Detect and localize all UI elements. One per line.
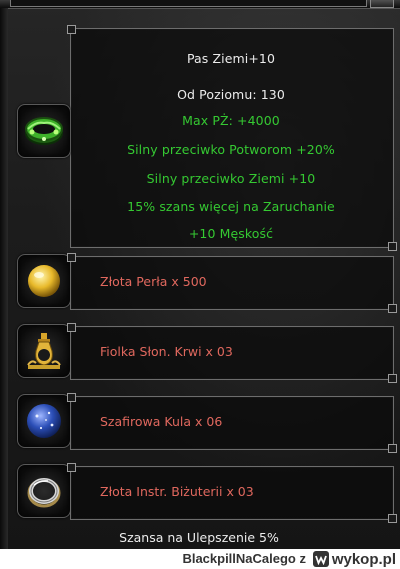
material-slot-sapphire-orb[interactable] — [17, 394, 71, 448]
left-frame-rail — [0, 8, 8, 549]
material-label: Złota Perła x 500 — [100, 274, 207, 289]
top-frame-knob — [370, 0, 394, 8]
golden-pearl-icon — [28, 265, 60, 297]
footer-author: BlackpillNaCalego — [182, 551, 296, 566]
blood-vial-icon — [27, 333, 61, 369]
item-bonus: Silny przeciwko Ziemi +10 — [146, 171, 316, 186]
item-bonus: +10 Męskość — [188, 226, 274, 241]
sapphire-orb-icon — [27, 404, 61, 438]
material-label: Fiolka Słon. Krwi x 03 — [100, 344, 233, 359]
top-input-bar — [10, 0, 367, 7]
silver-ring-icon — [27, 478, 61, 508]
material-label: Szafirowa Kula x 06 — [100, 414, 223, 429]
item-bonus: Max PŻ: +4000 — [182, 113, 280, 128]
item-bonus: 15% szans więcej na Zaruchanie — [127, 199, 335, 214]
item-slot[interactable] — [17, 104, 71, 158]
material-label: Złota Instr. Biżuterii x 03 — [100, 484, 254, 499]
upgrade-window: Pas Ziemi+10 Od Poziomu: 130 Max PŻ: +40… — [0, 0, 400, 549]
wykop-logo: wykop.pl — [312, 550, 396, 568]
item-required-level: Od Poziomu: 130 — [177, 87, 285, 102]
top-frame — [0, 0, 400, 9]
material-slot-silver-ring[interactable] — [17, 464, 71, 518]
material-slot-blood-vial[interactable] — [17, 324, 71, 378]
upgrade-chance-text: Szansa na Ulepszenie 5% — [119, 530, 279, 545]
wykop-logo-icon — [312, 551, 329, 567]
footer-author-line: BlackpillNaCalego z — [182, 551, 306, 566]
material-slot-golden-pearl[interactable] — [17, 254, 71, 308]
wykop-logo-text: wykop.pl — [331, 550, 396, 568]
footer-separator: z — [299, 551, 307, 566]
item-name: Pas Ziemi+10 — [186, 51, 276, 66]
green-belt-icon — [25, 117, 63, 145]
item-bonus: Silny przeciwko Potworom +20% — [127, 142, 335, 157]
watermark-footer: BlackpillNaCalego z wykop.pl — [0, 549, 400, 569]
